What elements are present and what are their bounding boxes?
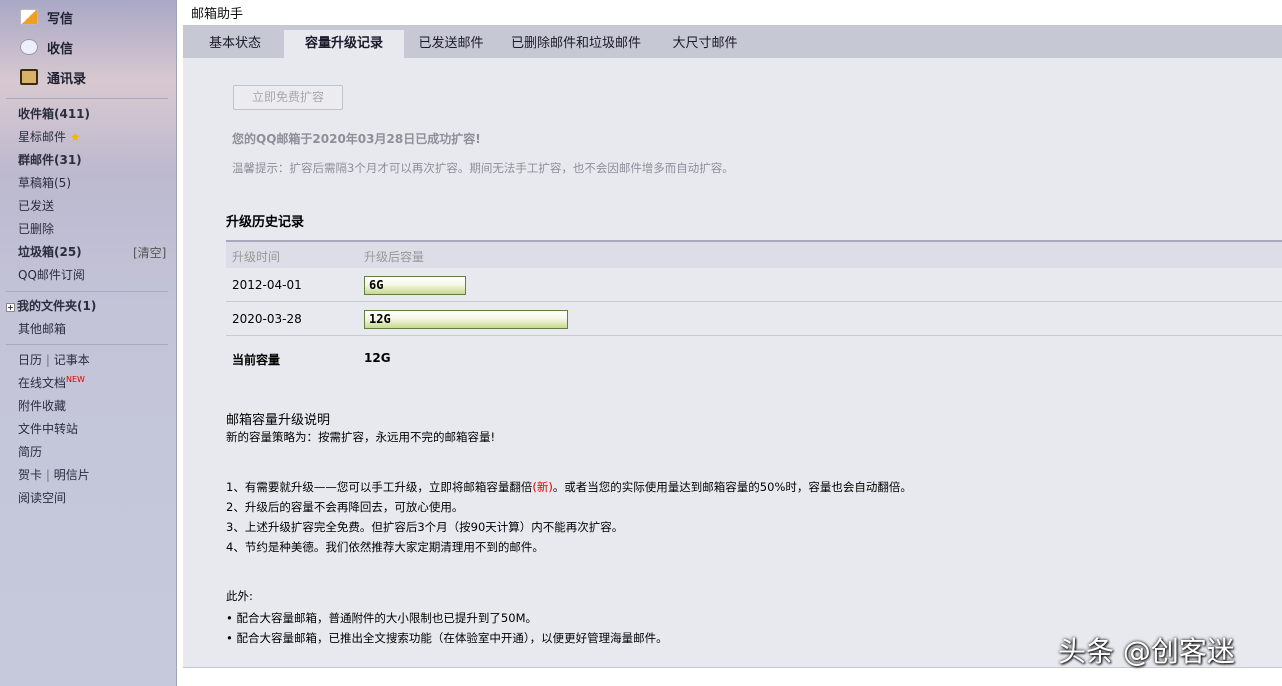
tab-sent-mail[interactable]: 已发送邮件 (409, 30, 493, 58)
tab-basic-status[interactable]: 基本状态 (195, 30, 275, 58)
resume-link[interactable]: 简历 (18, 443, 42, 460)
contacts-label: 通讯录 (47, 68, 86, 87)
desc-title: 邮箱容量升级说明 (226, 409, 330, 428)
postcards-link[interactable]: 明信片 (54, 468, 90, 482)
online-docs-label: 在线文档 (18, 376, 66, 390)
item1-text-rest: 。或者当您的实际使用量达到邮箱容量的50%时，容量也会自动翻倍。 (553, 480, 912, 494)
watermark: 头条 @创客迷 (1058, 630, 1235, 670)
folder-starred[interactable]: 星标邮件 ★ (18, 128, 81, 145)
item1-text: 1、有需要就升级——您可以手工升级，立即将邮箱容量翻倍 (226, 480, 532, 494)
folder-sent[interactable]: 已发送 (18, 197, 54, 214)
online-docs[interactable]: 在线文档NEW (18, 374, 85, 391)
new-tag: (新) (532, 480, 552, 494)
desc-item-2: 2、升级后的容量不会再降回去，可放心使用。 (226, 499, 463, 515)
compose-button[interactable]: 写信 (20, 6, 73, 28)
receive-button[interactable]: 收信 (20, 36, 73, 58)
other-mailbox[interactable]: 其他邮箱 (18, 320, 66, 337)
success-message: 您的QQ邮箱于2020年03月28日已成功扩容! (232, 130, 481, 147)
reading-link[interactable]: 阅读空间 (18, 489, 66, 506)
new-badge: NEW (66, 375, 85, 384)
divider (6, 344, 168, 345)
desc-subtitle: 新的容量策略为：按需扩容，永远用不完的邮箱容量! (226, 429, 495, 445)
folder-subscriptions[interactable]: QQ邮件订阅 (18, 266, 85, 283)
my-folders-label: 我的文件夹(1) (17, 299, 96, 313)
page-title: 邮箱助手 (191, 3, 243, 22)
contacts-button[interactable]: 通讯录 (20, 66, 86, 88)
col-time: 升级时间 (232, 248, 280, 265)
bullet-1: • 配合大容量邮箱，普通附件的大小限制也已提升到了50M。 (226, 610, 537, 626)
star-icon: ★ (70, 130, 81, 144)
calendar-link[interactable]: 日历 (18, 353, 42, 367)
folder-inbox[interactable]: 收件箱(411) (18, 105, 90, 122)
desc-item-1: 1、有需要就升级——您可以手工升级，立即将邮箱容量翻倍(新)。或者当您的实际使用… (226, 479, 912, 495)
folder-drafts[interactable]: 草稿箱(5) (18, 174, 71, 191)
receive-label: 收信 (47, 38, 73, 57)
divider (6, 98, 168, 99)
desc-item-3: 3、上述升级扩容完全免费。但扩容后3个月（按90天计算）内不能再次扩容。 (226, 519, 623, 535)
notes-link[interactable]: 记事本 (54, 353, 90, 367)
tab-large-mail[interactable]: 大尺寸邮件 (663, 30, 747, 58)
row-date: 2012-04-01 (232, 278, 302, 292)
free-expand-button[interactable]: 立即免费扩容 (233, 85, 343, 110)
tip-message: 温馨提示：扩容后需隔3个月才可以再次扩容。期间无法手工扩容，也不会因邮件增多而自… (232, 160, 734, 176)
envelope-icon (20, 39, 38, 55)
folder-starred-label: 星标邮件 (18, 130, 66, 144)
pencil-icon (20, 9, 38, 25)
cards-link[interactable]: 贺卡 (18, 468, 42, 482)
expand-icon[interactable]: + (6, 303, 15, 312)
current-capacity-label: 当前容量 (232, 351, 280, 368)
col-capacity: 升级后容量 (364, 248, 424, 265)
desc-item-4: 4、节约是种美德。我们依然推荐大家定期清理用不到的邮件。 (226, 539, 544, 555)
bullet-2: • 配合大容量邮箱，已推出全文搜索功能（在体验室中开通），以便更好管理海量邮件。 (226, 630, 668, 646)
cards-postcards: 贺卡 | 明信片 (18, 466, 90, 483)
tab-bar: 基本状态 容量升级记录 已发送邮件 已删除邮件和垃圾邮件 大尺寸邮件 (183, 25, 1282, 58)
history-table-header: 升级时间 升级后容量 (226, 240, 1282, 268)
contacts-icon (20, 69, 38, 85)
separator: | (46, 353, 50, 367)
capacity-bar: 12G (364, 310, 568, 329)
current-capacity-value: 12G (364, 351, 391, 365)
tab-deleted-spam[interactable]: 已删除邮件和垃圾邮件 (501, 30, 651, 58)
calendar-notes: 日历 | 记事本 (18, 351, 90, 368)
my-folders[interactable]: +我的文件夹(1) (6, 297, 96, 314)
table-row: 2020-03-28 12G (226, 303, 1282, 336)
file-transfer-link[interactable]: 文件中转站 (18, 420, 78, 437)
capacity-bar: 6G (364, 276, 466, 295)
upgrade-panel: 立即免费扩容 您的QQ邮箱于2020年03月28日已成功扩容! 温馨提示：扩容后… (183, 58, 1282, 668)
sidebar: 写信 收信 通讯录 收件箱(411) 星标邮件 ★ 群邮件(31) 草稿箱(5)… (0, 0, 177, 686)
compose-label: 写信 (47, 8, 73, 27)
tab-upgrade-history[interactable]: 容量升级记录 (284, 30, 404, 58)
folder-deleted[interactable]: 已删除 (18, 220, 54, 237)
row-date: 2020-03-28 (232, 312, 302, 326)
table-row: 2012-04-01 6G (226, 269, 1282, 302)
besides-label: 此外: (226, 588, 253, 604)
history-title: 升级历史记录 (226, 211, 304, 230)
attachments-link[interactable]: 附件收藏 (18, 397, 66, 414)
clear-spam-link[interactable]: [清空] (133, 244, 166, 261)
folder-group[interactable]: 群邮件(31) (18, 151, 82, 168)
separator: | (46, 468, 50, 482)
folder-spam[interactable]: 垃圾箱(25) (18, 243, 82, 260)
divider (6, 291, 168, 292)
